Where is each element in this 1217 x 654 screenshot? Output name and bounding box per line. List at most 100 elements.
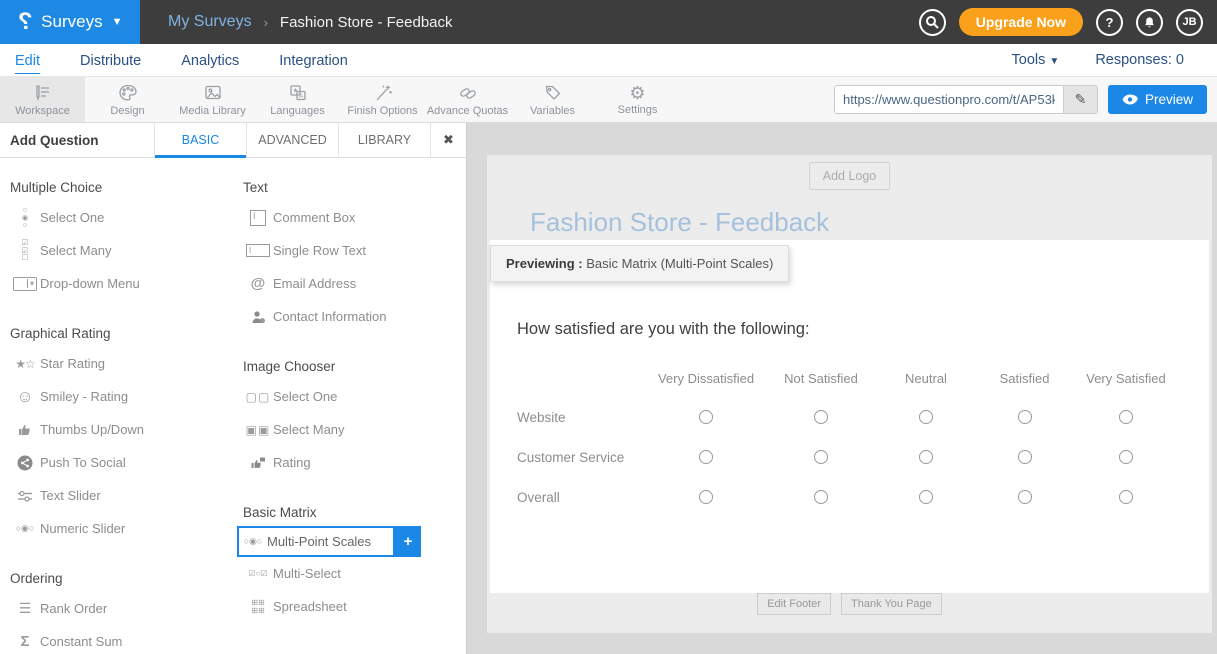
qtype-select-one[interactable]: Select One [0,201,233,234]
qtype-image-rating[interactable]: Rating [233,446,466,479]
chevron-down-icon: ▼ [112,16,123,28]
qtype-numeric-slider[interactable]: Numeric Slider [0,512,233,545]
toolbar-variables[interactable]: Variables [510,77,595,122]
qtype-multi-select[interactable]: Multi-Select [233,557,466,590]
qtype-comment-box[interactable]: Comment Box [233,201,466,234]
responses-count[interactable]: Responses: 0 [1095,52,1184,68]
preview-button[interactable]: Preview [1108,85,1207,114]
qtype-contact-information[interactable]: 0Contact Information [233,300,466,333]
question-types-column-2: Text Comment Box Single Row Text Email A… [233,158,466,654]
toolbar-media-library[interactable]: Media Library [170,77,255,122]
section-title: Image Chooser [243,359,466,374]
radio-overall-very-satisfied[interactable] [1119,490,1133,504]
help-button[interactable]: ? [1096,9,1123,36]
qtype-dropdown-menu[interactable]: Drop-down Menu [0,267,233,300]
user-avatar[interactable]: JB [1176,9,1203,36]
qtype-text-slider[interactable]: Text Slider [0,479,233,512]
qtype-thumbs-up-down[interactable]: Thumbs Up/Down [0,413,233,446]
avatar-initials: JB [1182,16,1196,28]
survey-preview-main: Add Logo Fashion Store - Feedback Previe… [467,123,1217,654]
tab-analytics[interactable]: Analytics [181,47,239,73]
multi-select-icon [243,569,273,578]
tab-basic[interactable]: BASIC [154,123,246,157]
upgrade-now-button[interactable]: Upgrade Now [959,8,1083,36]
radio-overall-neutral[interactable] [919,490,933,504]
toolbar-finish-options[interactable]: Finish Options [340,77,425,122]
toolbar-right: ✎ Preview [834,77,1217,122]
section-title: Ordering [10,571,233,586]
matrix-row-label: Customer Service [517,437,647,477]
radio-website-very-dissatisfied[interactable] [699,410,713,424]
qtype-smiley-rating[interactable]: Smiley - Rating [0,380,233,413]
product-name: Surveys [41,12,102,32]
qtype-constant-sum[interactable]: Constant Sum [0,625,233,654]
tab-advanced[interactable]: ADVANCED [246,123,338,157]
chevron-down-icon: ▼ [1049,56,1059,67]
radio-customer-service-satisfied[interactable] [1018,450,1032,464]
radio-customer-service-very-satisfied[interactable] [1119,450,1133,464]
breadcrumb-my-surveys[interactable]: My Surveys [168,13,252,31]
matrix-col-header: Satisfied [975,359,1074,397]
matrix-table: Very Dissatisfied Not Satisfied Neutral … [517,359,1189,517]
add-logo-button[interactable]: Add Logo [809,162,891,190]
close-panel-button[interactable]: ✖ [430,123,466,157]
radio-customer-service-not-satisfied[interactable] [814,450,828,464]
radio-website-satisfied[interactable] [1018,410,1032,424]
radio-customer-service-neutral[interactable] [919,450,933,464]
edit-url-button[interactable]: ✎ [1063,86,1097,113]
qtype-image-select-many[interactable]: Select Many [233,413,466,446]
radio-overall-satisfied[interactable] [1018,490,1032,504]
qtype-image-select-one[interactable]: Select One [233,380,466,413]
radio-website-not-satisfied[interactable] [814,410,828,424]
edit-toolbar: Workspace Design Media Library ★A Langua… [0,77,1217,123]
radio-customer-service-very-dissatisfied[interactable] [699,450,713,464]
add-question-plus-button[interactable]: + [395,526,421,557]
radio-website-very-satisfied[interactable] [1119,410,1133,424]
eye-icon [1122,94,1138,105]
tools-menu[interactable]: Tools ▼ [1012,52,1060,68]
gear-icon: ⚙ [629,84,645,102]
toolbar-advance-quotas[interactable]: Advance Quotas [425,77,510,122]
spreadsheet-icon [243,599,273,613]
qtype-rank-order[interactable]: Rank Order [0,592,233,625]
section-title: Basic Matrix [243,505,466,520]
radio-overall-not-satisfied[interactable] [814,490,828,504]
at-sign-icon [243,275,273,292]
tab-edit[interactable]: Edit [15,47,40,74]
toolbar-design[interactable]: Design [85,77,170,122]
media-library-icon [202,83,224,103]
qtype-spreadsheet[interactable]: Spreadsheet [233,590,466,623]
tab-integration[interactable]: Integration [279,47,348,73]
tab-library[interactable]: LIBRARY [338,123,430,157]
radio-website-neutral[interactable] [919,410,933,424]
edit-footer-button[interactable]: Edit Footer [757,593,831,615]
previewing-label: Previewing : [506,256,583,271]
multi-point-scales-icon [239,536,267,547]
bell-icon [1143,16,1156,29]
radio-overall-very-dissatisfied[interactable] [699,490,713,504]
section-title: Graphical Rating [10,326,233,341]
toolbar-settings[interactable]: ⚙ Settings [595,77,680,122]
qtype-select-many[interactable]: Select Many [0,234,233,267]
thank-you-page-button[interactable]: Thank You Page [841,593,942,615]
survey-title[interactable]: Fashion Store - Feedback [530,207,829,238]
svg-text:A: A [298,93,303,100]
slider-icon [17,489,33,503]
qtype-push-to-social[interactable]: Push To Social [0,446,233,479]
qtype-email-address[interactable]: Email Address [233,267,466,300]
toolbar-languages[interactable]: ★A Languages [255,77,340,122]
search-button[interactable] [919,9,946,36]
survey-nav: Edit Distribute Analytics Integration To… [0,44,1217,77]
matrix-row-label: Website [517,397,647,437]
tab-distribute[interactable]: Distribute [80,47,141,73]
qtype-star-rating[interactable]: Star Rating [0,347,233,380]
section-title: Text [243,180,466,195]
rank-order-icon [10,600,40,617]
share-url-input[interactable] [835,86,1063,113]
toolbar-workspace[interactable]: Workspace [0,77,85,122]
product-switcher[interactable]: ? Surveys ▼ [0,0,140,44]
qtype-multi-point-scales-selected[interactable]: Multi-Point Scales + [237,526,466,557]
notifications-button[interactable] [1136,9,1163,36]
add-question-header: Add Question BASIC ADVANCED LIBRARY ✖ [0,123,466,158]
qtype-single-row-text[interactable]: Single Row Text [233,234,466,267]
